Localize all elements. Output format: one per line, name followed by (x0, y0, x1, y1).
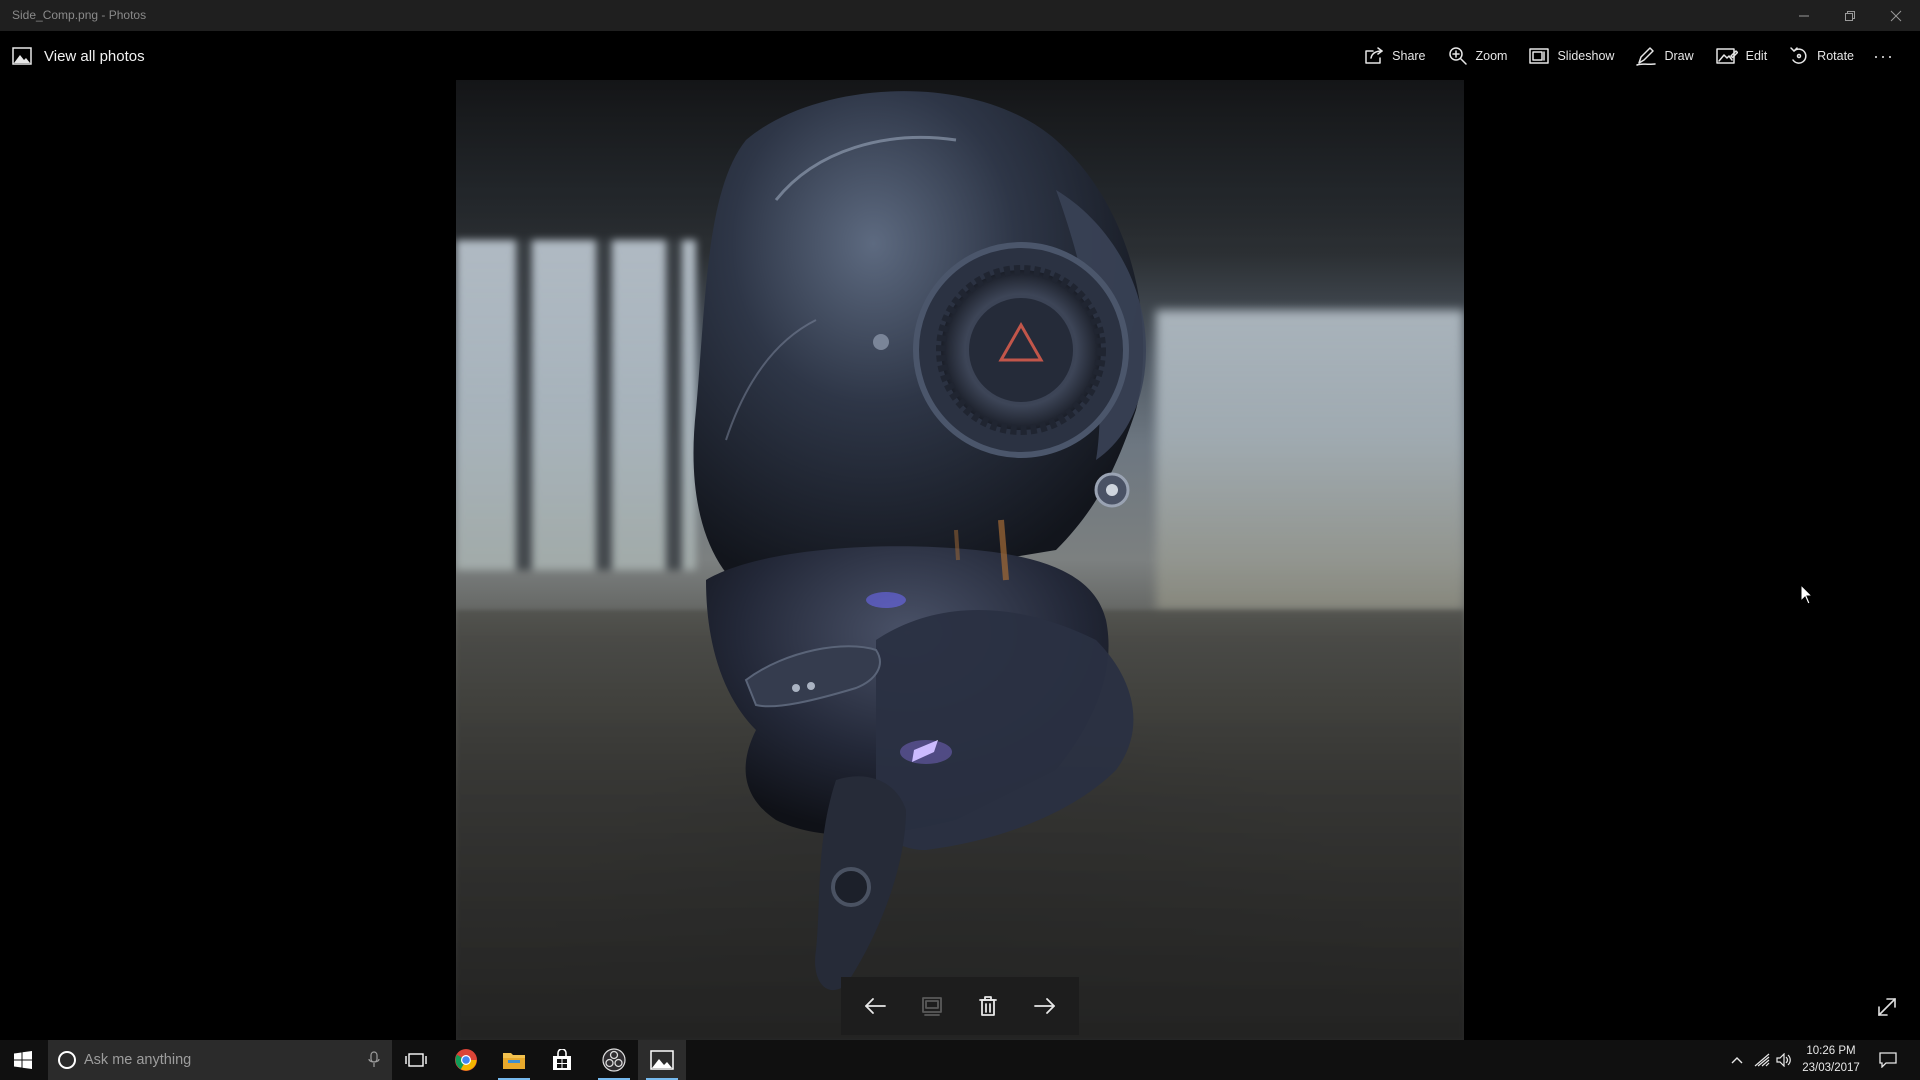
show-hidden-icons-button[interactable] (1726, 1040, 1748, 1080)
photos-app-icon (12, 47, 32, 65)
expand-icon (1878, 998, 1896, 1016)
command-list: Share Zoom Slideshow Draw Edit Rotate ··… (1353, 40, 1902, 72)
restore-icon (1845, 10, 1855, 21)
store-icon (553, 1049, 571, 1070)
share-button[interactable]: Share (1353, 40, 1436, 72)
more-options-button[interactable]: ··· (1865, 40, 1902, 72)
action-center-button[interactable] (1870, 1040, 1906, 1080)
restore-button[interactable] (1827, 0, 1873, 31)
previous-icon (865, 998, 887, 1014)
fullscreen-button[interactable] (1870, 990, 1904, 1024)
chrome-taskbar-button[interactable] (442, 1040, 490, 1080)
store-taskbar-button[interactable] (538, 1040, 586, 1080)
windows-logo-icon (14, 1051, 32, 1069)
add-to-album-button[interactable] (909, 983, 955, 1029)
search-placeholder: Ask me anything (84, 1052, 192, 1068)
wifi-icon (1754, 1053, 1770, 1067)
start-button[interactable] (0, 1040, 46, 1080)
edit-icon (1715, 48, 1738, 64)
next-icon (1033, 998, 1055, 1014)
task-view-button[interactable] (392, 1040, 440, 1080)
draw-label: Draw (1664, 49, 1694, 63)
command-bar: View all photos Share Zoom Slideshow Dra… (0, 31, 1920, 81)
clock-date: 23/03/2017 (1802, 1062, 1860, 1074)
share-icon (1365, 47, 1383, 64)
delete-button[interactable] (965, 983, 1011, 1029)
minimize-icon (1799, 15, 1809, 16)
title-bar: Side_Comp.png - Photos (0, 0, 1920, 31)
minimize-button[interactable] (1781, 0, 1827, 31)
share-label: Share (1392, 49, 1426, 63)
clock-time: 10:26 PM (1806, 1045, 1856, 1057)
view-all-photos-label: View all photos (44, 47, 145, 65)
file-explorer-icon (503, 1053, 525, 1069)
draw-button[interactable]: Draw (1625, 40, 1704, 72)
zoom-label: Zoom (1475, 49, 1508, 63)
rotate-label: Rotate (1817, 49, 1855, 63)
close-button[interactable] (1873, 0, 1919, 31)
file-explorer-taskbar-button[interactable] (490, 1040, 538, 1080)
previous-photo-button[interactable] (852, 983, 898, 1029)
zoom-button[interactable]: Zoom (1437, 40, 1519, 72)
rotate-button[interactable]: Rotate (1778, 40, 1865, 72)
obs-taskbar-button[interactable] (590, 1040, 638, 1080)
slideshow-button[interactable]: Slideshow (1518, 40, 1625, 72)
task-view-icon (405, 1053, 427, 1067)
obs-icon (602, 1048, 626, 1072)
mouse-cursor-icon (1800, 584, 1814, 605)
zoom-icon (1448, 47, 1467, 65)
network-tray-button[interactable] (1751, 1040, 1773, 1080)
add-to-album-icon (921, 997, 942, 1016)
slideshow-label: Slideshow (1557, 49, 1615, 63)
taskbar: Ask me anything 10:26 PM 23/03/2017 (0, 1040, 1920, 1080)
helmet-illustration (693, 91, 1146, 991)
microphone-icon[interactable] (368, 1051, 380, 1069)
draw-icon (1636, 47, 1657, 66)
notification-icon (1879, 1052, 1897, 1068)
slideshow-icon (1529, 48, 1550, 64)
photo-navigation-bar (841, 977, 1079, 1035)
delete-icon (979, 996, 998, 1016)
edit-label: Edit (1745, 49, 1768, 63)
close-icon (1890, 10, 1902, 21)
window-title: Side_Comp.png - Photos (12, 8, 147, 22)
photos-taskbar-button[interactable] (638, 1040, 686, 1080)
chrome-icon (455, 1049, 477, 1071)
cortana-search-box[interactable]: Ask me anything (48, 1040, 392, 1080)
photo-viewer[interactable] (456, 80, 1464, 1040)
cortana-icon (58, 1051, 76, 1069)
rotate-icon (1790, 47, 1807, 64)
chevron-up-icon (1731, 1057, 1743, 1064)
edit-button[interactable]: Edit (1705, 40, 1779, 72)
photos-icon (650, 1050, 674, 1070)
next-photo-button[interactable] (1022, 983, 1068, 1029)
taskbar-clock[interactable]: 10:26 PM 23/03/2017 (1790, 1043, 1872, 1077)
view-all-photos-button[interactable]: View all photos (12, 41, 145, 71)
more-options-icon: ··· (1873, 45, 1894, 66)
